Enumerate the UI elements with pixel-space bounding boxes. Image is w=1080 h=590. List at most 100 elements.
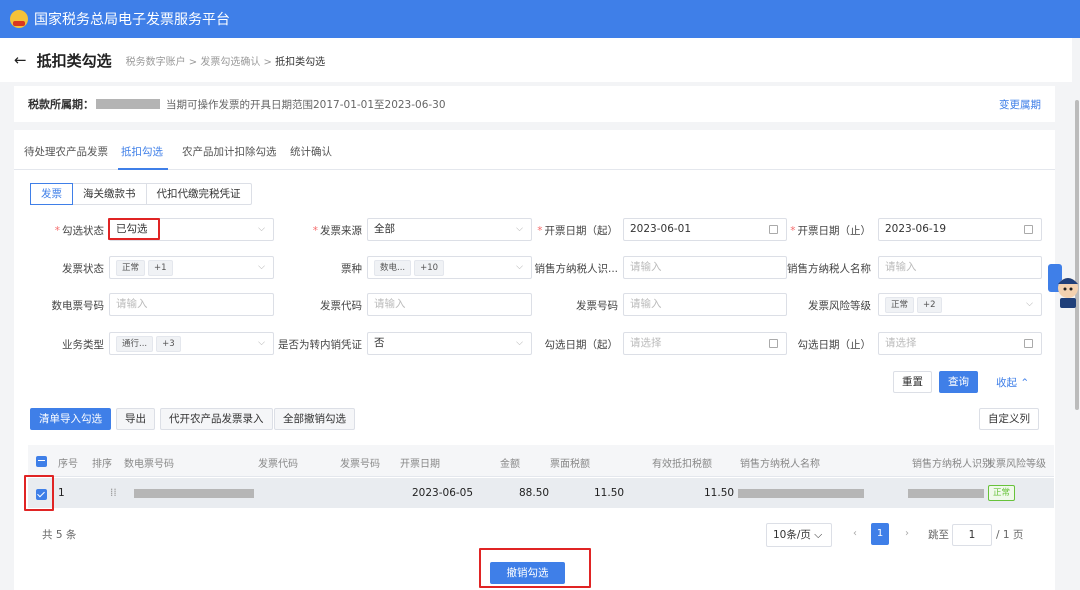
highlight-box: [108, 218, 160, 240]
col-seller-name: 销售方纳税人名称: [740, 459, 820, 470]
table-header: 序号 排序 数电票号码 发票代码 发票号码 开票日期 金额 票面税额 有效抵扣税…: [28, 445, 1054, 477]
business-type-select[interactable]: 通行... +3 ⌵: [109, 332, 274, 355]
next-page-icon[interactable]: ›: [898, 523, 916, 545]
col-invoice-code: 发票代码: [258, 459, 298, 470]
chevron-up-icon: ⌃: [1020, 377, 1030, 389]
col-digital-no[interactable]: 数电票号码: [124, 455, 174, 470]
breadcrumb-current: 抵扣类勾选: [275, 56, 326, 68]
doc-type-invoice[interactable]: 发票: [30, 183, 73, 205]
doc-type-withholding[interactable]: 代扣代缴完税凭证: [147, 184, 251, 204]
doc-type-switch: 发票 海关缴款书 代扣代缴完税凭证: [30, 183, 252, 205]
check-date-start-label: 勾选日期（起）: [544, 339, 619, 351]
issue-date-start-label: * 开票日期（起）: [537, 225, 618, 237]
col-invoice-no: 发票号码: [340, 459, 380, 470]
change-period-link[interactable]: 变更属期: [999, 97, 1041, 112]
invoice-status-label: 发票状态: [62, 263, 104, 275]
collapse-toggle[interactable]: 收起 ⌃: [996, 375, 1029, 390]
col-seller-tax-id: 销售方纳税人识别: [912, 459, 992, 470]
assistant-mascot-icon[interactable]: [1046, 262, 1080, 308]
seller-name-label: 销售方纳税人名称: [787, 263, 871, 275]
prev-page-icon[interactable]: ‹: [846, 523, 864, 545]
page-total: / 1 页: [996, 529, 1024, 541]
breadcrumb-item[interactable]: 税务数字账户: [126, 57, 186, 68]
tax-period-label: 税款所属期：: [28, 98, 94, 111]
row-amount: 88.50: [519, 487, 550, 499]
col-sort: 排序: [92, 459, 112, 470]
redacted-value: [908, 489, 984, 498]
top-bar: 国家税务总局电子发票服务平台: [0, 0, 1080, 38]
row-index: 1: [58, 487, 65, 499]
col-risk-level: 发票风险等级: [986, 459, 1046, 470]
col-issue-date[interactable]: 开票日期: [400, 455, 440, 470]
custom-columns-button[interactable]: 自定义列: [979, 408, 1039, 430]
page-header: ← 抵扣类勾选 税务数字账户 > 发票勾选确认 > 抵扣类勾选: [0, 38, 1072, 82]
tax-period-bar: 税款所属期： 当期可操作发票的开具日期范围2017-01-01至2023-06-…: [14, 86, 1055, 122]
breadcrumb: 税务数字账户 > 发票勾选确认 > 抵扣类勾选: [125, 56, 326, 68]
check-status-label: * 勾选状态: [54, 225, 104, 237]
tab-agri-extra-deduction[interactable]: 农产品加计扣除勾选: [182, 144, 277, 159]
col-amount[interactable]: 金额: [500, 455, 520, 470]
row-valid-tax: 11.50: [704, 487, 735, 499]
undo-all-button[interactable]: 全部撤销勾选: [274, 408, 355, 430]
tab-bar: 待处理农产品发票 抵扣勾选 农产品加计扣除勾选 统计确认: [14, 130, 1055, 170]
tax-logo-icon: [10, 10, 28, 28]
active-tab-indicator: [118, 168, 168, 170]
page-size-select[interactable]: 10条/页 ⌵: [766, 523, 832, 547]
chevron-down-icon: ⌵: [814, 529, 823, 541]
page-title: 抵扣类勾选: [36, 51, 112, 70]
row-issue-date: 2023-06-05: [412, 487, 474, 499]
status-badge: 正常: [988, 485, 1016, 501]
doc-type-customs[interactable]: 海关缴款书: [73, 184, 147, 204]
highlight-box: [24, 475, 54, 511]
invoice-status-select[interactable]: 正常 +1 ⌵: [109, 256, 274, 279]
import-check-button[interactable]: 清单导入勾选: [30, 408, 111, 430]
issue-date-end-label: * 开票日期（止）: [790, 225, 871, 237]
export-button[interactable]: 导出: [116, 408, 155, 430]
risk-level-label: 发票风险等级: [808, 300, 871, 312]
redacted-value: [96, 99, 160, 109]
invoice-source-label: * 发票来源: [312, 225, 362, 237]
issue-date-end-picker[interactable]: 2023-06-19: [878, 218, 1042, 241]
seller-name-input[interactable]: 请输入: [878, 256, 1042, 279]
invoice-no-label: 发票号码: [576, 300, 618, 312]
check-date-end-picker[interactable]: 请选择: [878, 332, 1042, 355]
main-panel: 待处理农产品发票 抵扣勾选 农产品加计扣除勾选 统计确认 发票 海关缴款书 代扣…: [14, 130, 1055, 590]
highlight-box: [479, 548, 591, 588]
calendar-icon: [1024, 225, 1033, 234]
table-row[interactable]: 1 ⁞⁞ 2023-06-05 88.50 11.50 11.50 正常: [28, 478, 1054, 508]
redacted-value: [134, 489, 254, 498]
back-arrow-icon[interactable]: ←: [14, 51, 27, 69]
tab-deduction-check[interactable]: 抵扣勾选: [121, 144, 163, 159]
col-valid-tax[interactable]: 有效抵扣税额: [652, 455, 712, 470]
col-tax[interactable]: 票面税额: [550, 455, 590, 470]
query-button[interactable]: 查询: [939, 371, 978, 393]
seller-tax-id-label: 销售方纳税人识...: [534, 263, 618, 275]
current-page[interactable]: 1: [871, 523, 889, 545]
tab-stats-confirm[interactable]: 统计确认: [290, 144, 332, 159]
tab-pending-agri[interactable]: 待处理农产品发票: [24, 144, 108, 159]
jump-page-input[interactable]: 1: [952, 524, 992, 546]
jump-label: 跳至: [928, 529, 949, 541]
scrollbar-thumb[interactable]: [1075, 100, 1079, 410]
breadcrumb-item[interactable]: 发票勾选确认: [200, 57, 260, 68]
transfer-voucher-label: 是否为转内销凭证: [278, 339, 362, 351]
digital-invoice-no-input[interactable]: 请输入: [109, 293, 274, 316]
app-title: 国家税务总局电子发票服务平台: [34, 12, 230, 28]
col-index: 序号: [58, 459, 78, 470]
check-date-end-label: 勾选日期（止）: [797, 339, 872, 351]
agri-invoice-entry-button[interactable]: 代开农产品发票录入: [160, 408, 273, 430]
redacted-value: [738, 489, 864, 498]
calendar-icon: [1024, 339, 1033, 348]
total-count: 共 5 条: [42, 529, 77, 541]
row-tax: 11.50: [594, 487, 625, 499]
invoice-code-label: 发票代码: [320, 300, 362, 312]
drag-handle-icon[interactable]: ⁞⁞: [110, 487, 117, 499]
digital-invoice-no-label: 数电票号码: [51, 300, 105, 312]
risk-level-select[interactable]: 正常 +2 ⌵: [878, 293, 1042, 316]
chevron-down-icon: ⌵: [1026, 299, 1033, 309]
ticket-type-label: 票种: [341, 263, 362, 275]
date-range-text: 当期可操作发票的开具日期范围2017-01-01至2023-06-30: [166, 98, 446, 111]
reset-button[interactable]: 重置: [893, 371, 932, 393]
select-all-checkbox[interactable]: [36, 456, 47, 467]
business-type-label: 业务类型: [62, 339, 104, 351]
